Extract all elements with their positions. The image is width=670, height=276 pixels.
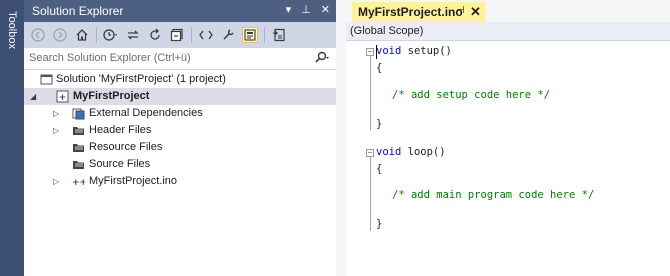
collapse-all-icon[interactable] (169, 27, 185, 43)
code-line: void setup() (376, 45, 452, 57)
properties-icon[interactable] (220, 27, 236, 43)
folder-icon (72, 158, 85, 171)
tree-item-ino-file[interactable]: ▷ ++ MyFirstProject.ino (24, 173, 336, 190)
tree-item-header-files[interactable]: ▷ Header Files (24, 122, 336, 139)
tree-item-label: External Dependencies (89, 107, 203, 119)
view-code-icon[interactable] (271, 27, 287, 43)
toolbox-label: Toolbox (6, 11, 19, 49)
code-line: { (376, 163, 382, 175)
solution-explorer-toolbar (24, 22, 336, 48)
forward-icon[interactable] (52, 27, 68, 43)
collapse-icon[interactable]: − (366, 48, 374, 56)
tree-item-source-files[interactable]: Source Files (24, 156, 336, 173)
tree-item-project[interactable]: ◢ + MyFirstProject (24, 88, 336, 105)
tree-item-label: Resource Files (89, 141, 163, 153)
solution-explorer-title: Solution Explorer (32, 4, 124, 18)
code-text: { (376, 62, 383, 74)
code-text: } (376, 218, 383, 230)
tree-item-external-dependencies[interactable]: ▷ External Dependencies (24, 105, 336, 122)
search-input[interactable] (29, 52, 289, 64)
tree-item-label: Solution 'MyFirstProject' (1 project) (56, 73, 226, 85)
code-comment: /* add setup code here */ (392, 89, 551, 101)
pin-icon[interactable]: ⊥ (301, 3, 311, 16)
pending-changes-icon[interactable] (103, 27, 119, 43)
code-line: { (376, 62, 382, 74)
collapsed-arrow-icon[interactable]: ▷ (53, 122, 59, 139)
sync-icon[interactable] (125, 27, 141, 43)
toolbar-separator (264, 27, 265, 43)
pin-icon[interactable]: ⊣ (456, 5, 465, 16)
expanded-arrow-icon[interactable]: ◢ (30, 88, 36, 105)
close-icon[interactable]: ✕ (470, 4, 481, 20)
code-text: loop() (401, 146, 446, 158)
external-dependencies-icon (72, 107, 85, 120)
code-text: } (376, 118, 383, 130)
panel-splitter[interactable] (336, 0, 346, 276)
toolbar-separator (96, 27, 97, 43)
code-line: } (376, 218, 382, 230)
tree-item-solution[interactable]: Solution 'MyFirstProject' (1 project) (24, 71, 336, 88)
code-text: setup() (401, 45, 452, 57)
code-line: void loop() (376, 146, 446, 158)
code-comment: /* add main program code here */ (392, 189, 595, 201)
refresh-icon[interactable] (147, 27, 163, 43)
tree-item-label: MyFirstProject.ino (89, 175, 178, 187)
scope-dropdown[interactable]: (Global Scope) (346, 22, 670, 41)
collapse-icon[interactable]: − (366, 149, 374, 157)
solution-icon (40, 73, 53, 86)
code-area[interactable]: − − void setup() { /* add setup code her… (346, 41, 670, 276)
solution-explorer-titlebar[interactable]: Solution Explorer ▾ ⊥ ✕ (24, 0, 336, 22)
toolbar-separator (191, 27, 192, 43)
show-all-files-icon[interactable] (198, 27, 214, 43)
code-editor[interactable]: MyFirstProject.ino ⊣ ✕ (Global Scope) − … (346, 0, 670, 276)
text-cursor (376, 45, 377, 59)
tab-myfirstproject-ino[interactable]: MyFirstProject.ino ⊣ ✕ (352, 2, 486, 22)
folder-icon (72, 124, 85, 137)
scope-label: (Global Scope) (350, 25, 424, 37)
collapsed-arrow-icon[interactable]: ▷ (53, 105, 59, 122)
document-tab-strip: MyFirstProject.ino ⊣ ✕ (346, 0, 670, 22)
tree-item-label: MyFirstProject (73, 90, 150, 102)
toolbox-strip[interactable]: Toolbox (0, 0, 24, 276)
keyword: void (376, 146, 402, 158)
keyword: void (376, 45, 402, 57)
preview-selected-items-icon[interactable] (242, 27, 258, 43)
search-icon[interactable] (314, 51, 330, 68)
code-text: { (376, 163, 383, 175)
fold-line (370, 56, 371, 130)
svg-text:++: ++ (72, 178, 85, 188)
home-icon[interactable] (74, 27, 90, 43)
toolbox-tab[interactable]: Toolbox (0, 0, 24, 60)
close-icon[interactable]: ✕ (321, 3, 330, 16)
collapsed-arrow-icon[interactable]: ▷ (53, 173, 59, 190)
dropdown-icon[interactable]: ▾ (286, 3, 292, 16)
svg-text:+: + (59, 93, 67, 103)
cpp-file-icon: ++ (72, 175, 87, 188)
tree-item-label: Source Files (89, 158, 151, 170)
back-icon[interactable] (30, 27, 46, 43)
solution-explorer-panel: Solution Explorer ▾ ⊥ ✕ Search Solution … (24, 0, 336, 276)
solution-explorer-search (24, 48, 336, 70)
tree-item-label: Header Files (89, 124, 152, 136)
fold-line (370, 157, 371, 231)
folder-icon (72, 141, 85, 154)
tab-label: MyFirstProject.ino (358, 5, 463, 19)
project-icon: + (56, 90, 69, 103)
code-line: } (376, 118, 382, 130)
tree-item-resource-files[interactable]: Resource Files (24, 139, 336, 156)
